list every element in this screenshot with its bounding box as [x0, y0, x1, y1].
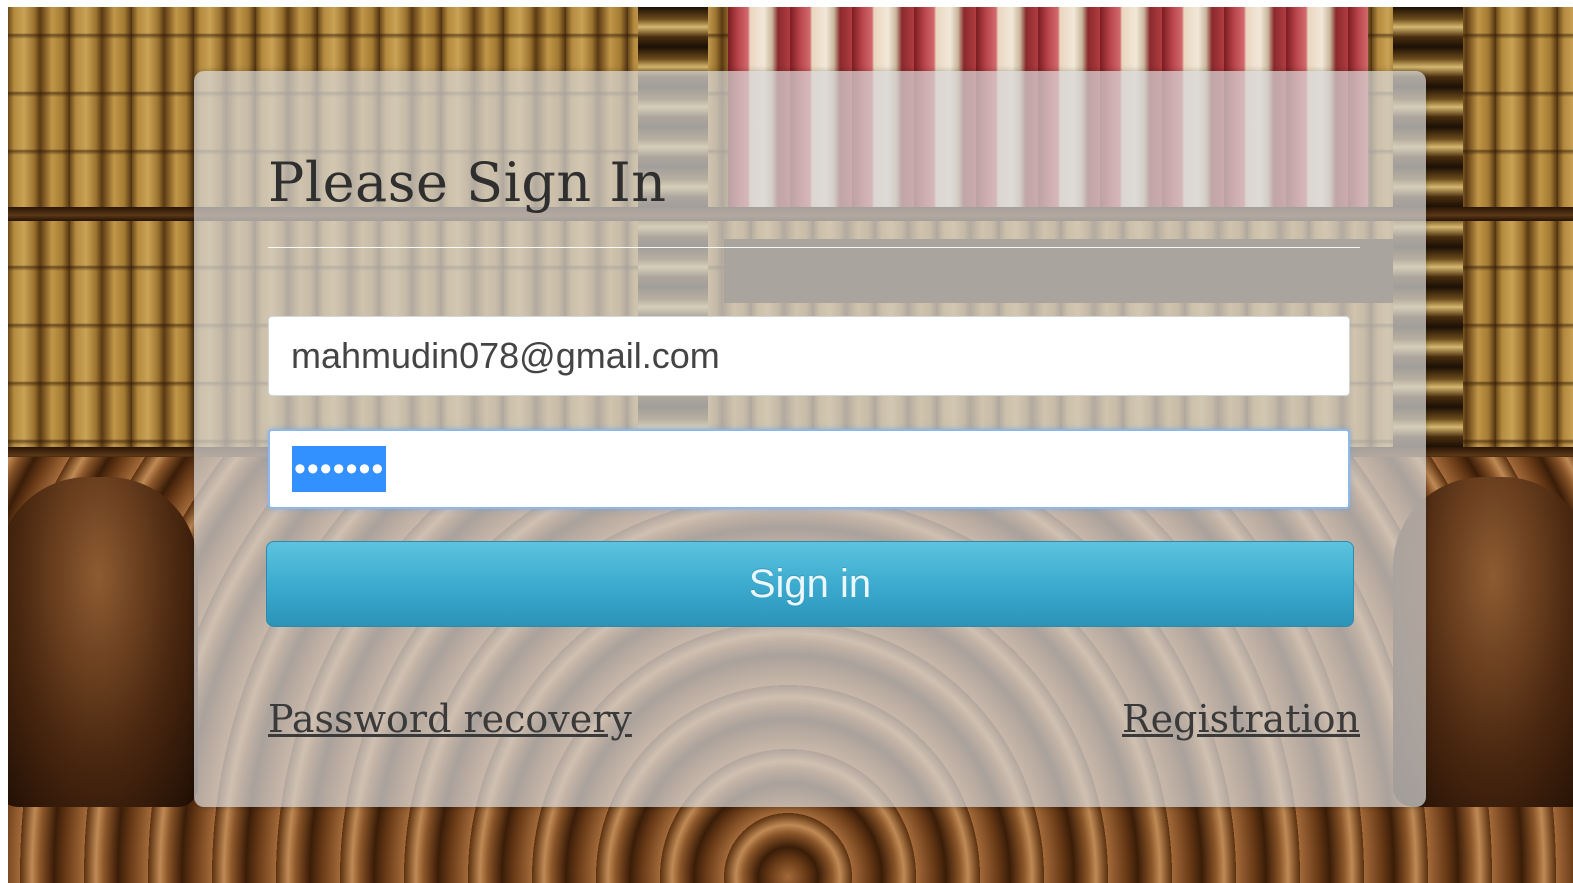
sofa-background-arm	[8, 477, 198, 807]
email-field[interactable]: mahmudin078@gmail.com	[268, 316, 1350, 396]
sign-in-button[interactable]: Sign in	[266, 541, 1354, 627]
title-divider	[268, 247, 1360, 248]
page-title: Please Sign In	[268, 151, 667, 214]
password-recovery-link[interactable]: Password recovery	[268, 697, 632, 741]
email-value: mahmudin078@gmail.com	[291, 335, 720, 376]
password-value: •••••••	[292, 446, 387, 493]
login-panel: Please Sign In mahmudin078@gmail.com •••…	[194, 71, 1426, 807]
login-page: Please Sign In mahmudin078@gmail.com •••…	[8, 7, 1573, 883]
registration-link[interactable]: Registration	[1122, 697, 1360, 741]
password-field[interactable]: •••••••	[268, 429, 1350, 509]
